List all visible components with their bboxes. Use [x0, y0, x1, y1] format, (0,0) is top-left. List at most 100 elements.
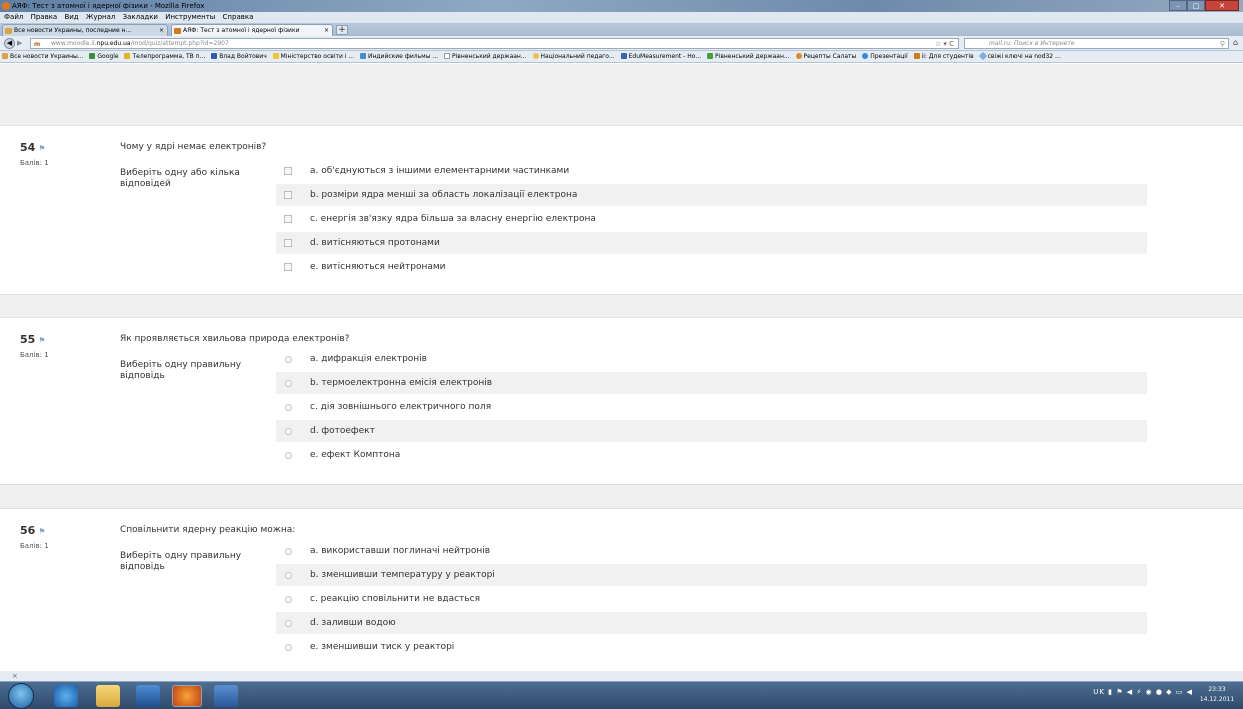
question-score: Балів: 1 [20, 159, 49, 167]
answer-option[interactable]: d. заливши водою [276, 612, 1147, 634]
answer-radio[interactable] [285, 548, 292, 555]
answer-option[interactable]: b. зменшивши температуру у реакторі [276, 564, 1147, 586]
question-number: 54 ⚑ [20, 141, 46, 154]
address-bar[interactable]: m www.moodle.ii.npu.edu.ua/mod/quiz/atte… [30, 38, 959, 49]
bookmark-item[interactable]: Рівненський держаан... [444, 51, 527, 62]
system-tray: UK ▮ ⚑ ◀ ⚡ ◉ ● ◆ ▭ ◀ [1093, 688, 1193, 696]
menu-view[interactable]: Вид [64, 13, 78, 21]
close-icon[interactable]: ✕ [1205, 0, 1239, 11]
tab-bar: Все новости Украины, последние н... × АЯ… [0, 23, 1243, 36]
bookmark-item[interactable]: ii: Для студентів [913, 51, 974, 62]
question-55: 55 ⚑ Балів: 1 Як проявляється хвильова пр… [0, 317, 1243, 485]
answer-option[interactable]: c. реакцію сповільнити не вдасться [276, 588, 1147, 610]
window-titlebar[interactable]: АЯФ: Тест з атомної і ядерної фізики - M… [0, 0, 1243, 12]
answer-option[interactable]: d. фотоефект [276, 420, 1147, 442]
ie-icon[interactable] [54, 685, 78, 707]
answer-option[interactable]: b. термоелектронна емісія електронів [276, 372, 1147, 394]
answer-checkbox[interactable] [284, 215, 292, 223]
tab-news[interactable]: Все новости Украины, последние н... × [2, 24, 168, 36]
tab-quiz[interactable]: АЯФ: Тест з атомної і ядерної фізики × [171, 24, 333, 36]
answer-option[interactable]: e. ефект Комптона [276, 444, 1147, 466]
answer-option[interactable]: a. використавши поглиначі нейтронів [276, 540, 1147, 562]
clock-date: 14.12.2011 [1199, 696, 1235, 703]
bookmark-item[interactable]: Индийские фильмы ... [360, 51, 438, 62]
firefox-icon [2, 2, 10, 10]
start-button[interactable] [8, 683, 34, 709]
word-icon[interactable] [214, 685, 238, 707]
answer-radio[interactable] [285, 572, 292, 579]
answer-radio[interactable] [285, 452, 292, 459]
moodle-icon: m [34, 41, 41, 48]
menu-history[interactable]: Журнал [86, 13, 115, 21]
search-icon[interactable]: ⚲ [1220, 39, 1225, 49]
reload-icon[interactable]: ☆ ▾ C [935, 39, 954, 49]
question-score: Балів: 1 [20, 542, 49, 550]
question-text: Сповільнити ядерну реакцію можна: [120, 525, 296, 535]
question-text: Як проявляється хвильова природа електро… [120, 334, 350, 344]
answer-option[interactable]: a. дифракція електронів [276, 348, 1147, 370]
status-bar: × [0, 671, 1243, 681]
answer-radio[interactable] [285, 356, 292, 363]
tab-label: Все новости Украины, последние н... [14, 27, 132, 34]
answer-option[interactable]: e. витісняються нейтронами [276, 256, 1147, 278]
answer-checkbox[interactable] [284, 263, 292, 271]
menu-file[interactable]: Файл [4, 13, 23, 21]
firefox-taskbar-icon[interactable] [172, 685, 202, 707]
answer-radio[interactable] [285, 380, 292, 387]
menu-edit[interactable]: Правка [31, 13, 58, 21]
flag-icon[interactable]: ⚑ [38, 527, 45, 536]
minimize-icon[interactable]: – [1169, 0, 1187, 11]
answer-checkbox[interactable] [284, 167, 292, 175]
question-text: Чому у ядрі немає електронів? [120, 142, 267, 152]
answer-option[interactable]: c. енергія зв'язку ядра більша за власну… [276, 208, 1147, 230]
answer-radio[interactable] [285, 404, 292, 411]
answer-option[interactable]: c. дія зовнішнього електричного поля [276, 396, 1147, 418]
forward-button[interactable]: ▶ [17, 39, 22, 47]
back-button[interactable]: ◀ [4, 38, 15, 49]
bookmark-item[interactable]: Все новости Украины... [2, 51, 83, 62]
close-findbar-icon[interactable]: × [12, 672, 18, 680]
menu-help[interactable]: Справка [223, 13, 254, 21]
tab-close-icon[interactable]: × [159, 25, 164, 36]
moodle-icon [174, 28, 181, 34]
flag-icon[interactable]: ⚑ [38, 336, 45, 345]
tab-close-icon[interactable]: × [324, 25, 329, 36]
answer-option[interactable]: d. витісняються протонами [276, 232, 1147, 254]
search-input[interactable]: mail.ru: Поиск в Интернете ⚲ [964, 38, 1229, 49]
media-player-icon[interactable] [136, 685, 160, 707]
answer-radio[interactable] [285, 428, 292, 435]
new-tab-button[interactable]: + [336, 25, 348, 35]
menu-bookmarks[interactable]: Закладки [123, 13, 158, 21]
home-icon[interactable]: ⌂ [1233, 38, 1238, 47]
language-indicator[interactable]: UK [1093, 688, 1105, 696]
bookmark-item[interactable]: EduMeasurement - Но... [620, 51, 701, 62]
answer-checkbox[interactable] [284, 191, 292, 199]
bookmark-item[interactable]: Телепрограмма, ТВ п... [124, 51, 205, 62]
answer-prompt: Виберіть одну або кілька відповідей [120, 168, 240, 189]
bookmark-item[interactable]: свіжі ключі на nod32 ... [978, 51, 1061, 62]
windows-taskbar: UK ▮ ⚑ ◀ ⚡ ◉ ● ◆ ▭ ◀ 23:33 14.12.2011 [0, 681, 1243, 709]
bookmark-item[interactable]: Національний педаго... [532, 51, 615, 62]
answer-radio[interactable] [285, 596, 292, 603]
bookmark-item[interactable]: Рівненський держаан... [707, 51, 790, 62]
flag-icon[interactable]: ⚑ [38, 144, 45, 153]
answer-radio[interactable] [285, 644, 292, 651]
url-host: npu.edu.ua [96, 40, 131, 47]
answer-option[interactable]: b. розміри ядра менші за область локаліз… [276, 184, 1147, 206]
explorer-icon[interactable] [96, 685, 120, 707]
menu-tools[interactable]: Инструменты [165, 13, 215, 21]
bookmark-item[interactable]: Влад Войтович [211, 51, 267, 62]
maximize-icon[interactable]: □ [1187, 0, 1205, 11]
answer-radio[interactable] [285, 620, 292, 627]
bookmark-item[interactable]: Рецепты Салаты [795, 51, 856, 62]
answer-checkbox[interactable] [284, 239, 292, 247]
bookmark-item[interactable]: Презентації [862, 51, 908, 62]
answer-option[interactable]: a. об'єднуються з іншими елементарними ч… [276, 160, 1147, 182]
answer-option[interactable]: e. зменшивши тиск у реакторі [276, 636, 1147, 658]
window-controls: – □ ✕ [1169, 0, 1239, 11]
search-placeholder: mail.ru: Поиск в Интернете [989, 40, 1075, 47]
clock[interactable]: 23:33 14.12.2011 [1197, 685, 1237, 705]
clock-time: 23:33 [1208, 686, 1226, 693]
bookmark-item[interactable]: Google [89, 51, 119, 62]
bookmark-item[interactable]: Міністерство освіти і ... [272, 51, 354, 62]
